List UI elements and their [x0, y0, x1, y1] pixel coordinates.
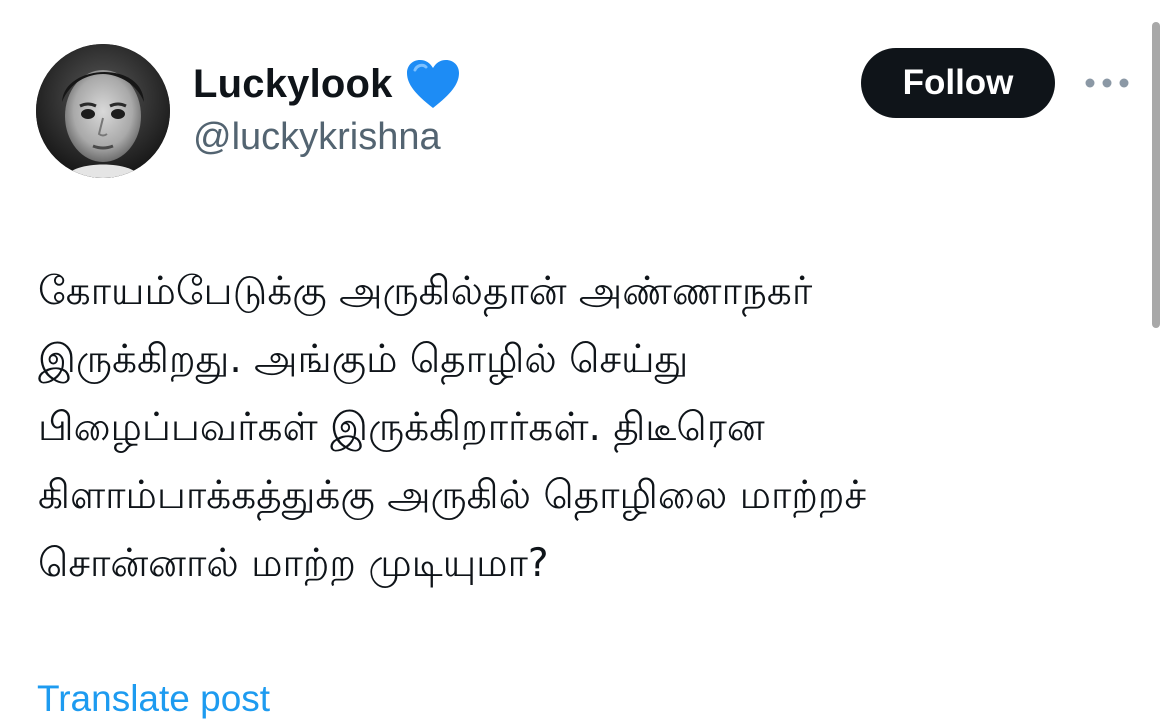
more-horizontal-icon	[1085, 78, 1129, 88]
display-name-text: Luckylook	[193, 61, 393, 106]
scrollbar-thumb[interactable]	[1152, 22, 1160, 328]
user-handle[interactable]: @luckykrishna	[193, 116, 441, 159]
avatar[interactable]	[36, 44, 170, 178]
tweet-text-line: கோயம்பேடுக்கு அருகில்தான் அண்ணாநகர்	[38, 269, 813, 314]
tweet-text: கோயம்பேடுக்கு அருகில்தான் அண்ணாநகர் இருக…	[38, 258, 1138, 598]
more-button[interactable]	[1082, 66, 1132, 100]
tweet-text-line: பிழைப்பவர்கள் இருக்கிறார்கள். திடீரென	[38, 405, 765, 450]
avatar-photo	[36, 44, 170, 178]
tweet-text-line: சொன்னால் மாற்ற முடியுமா?	[38, 541, 549, 586]
tweet-text-line: கிளாம்பாக்கத்துக்கு அருகில் தொழிலை மாற்ற…	[38, 473, 867, 518]
blue-heart-icon	[405, 58, 461, 110]
translate-post-link[interactable]: Translate post	[37, 678, 270, 720]
tweet-text-line: இருக்கிறது. அங்கும் தொழில் செய்து	[38, 337, 689, 382]
display-name[interactable]: Luckylook	[193, 58, 461, 110]
follow-button[interactable]: Follow	[861, 48, 1055, 118]
